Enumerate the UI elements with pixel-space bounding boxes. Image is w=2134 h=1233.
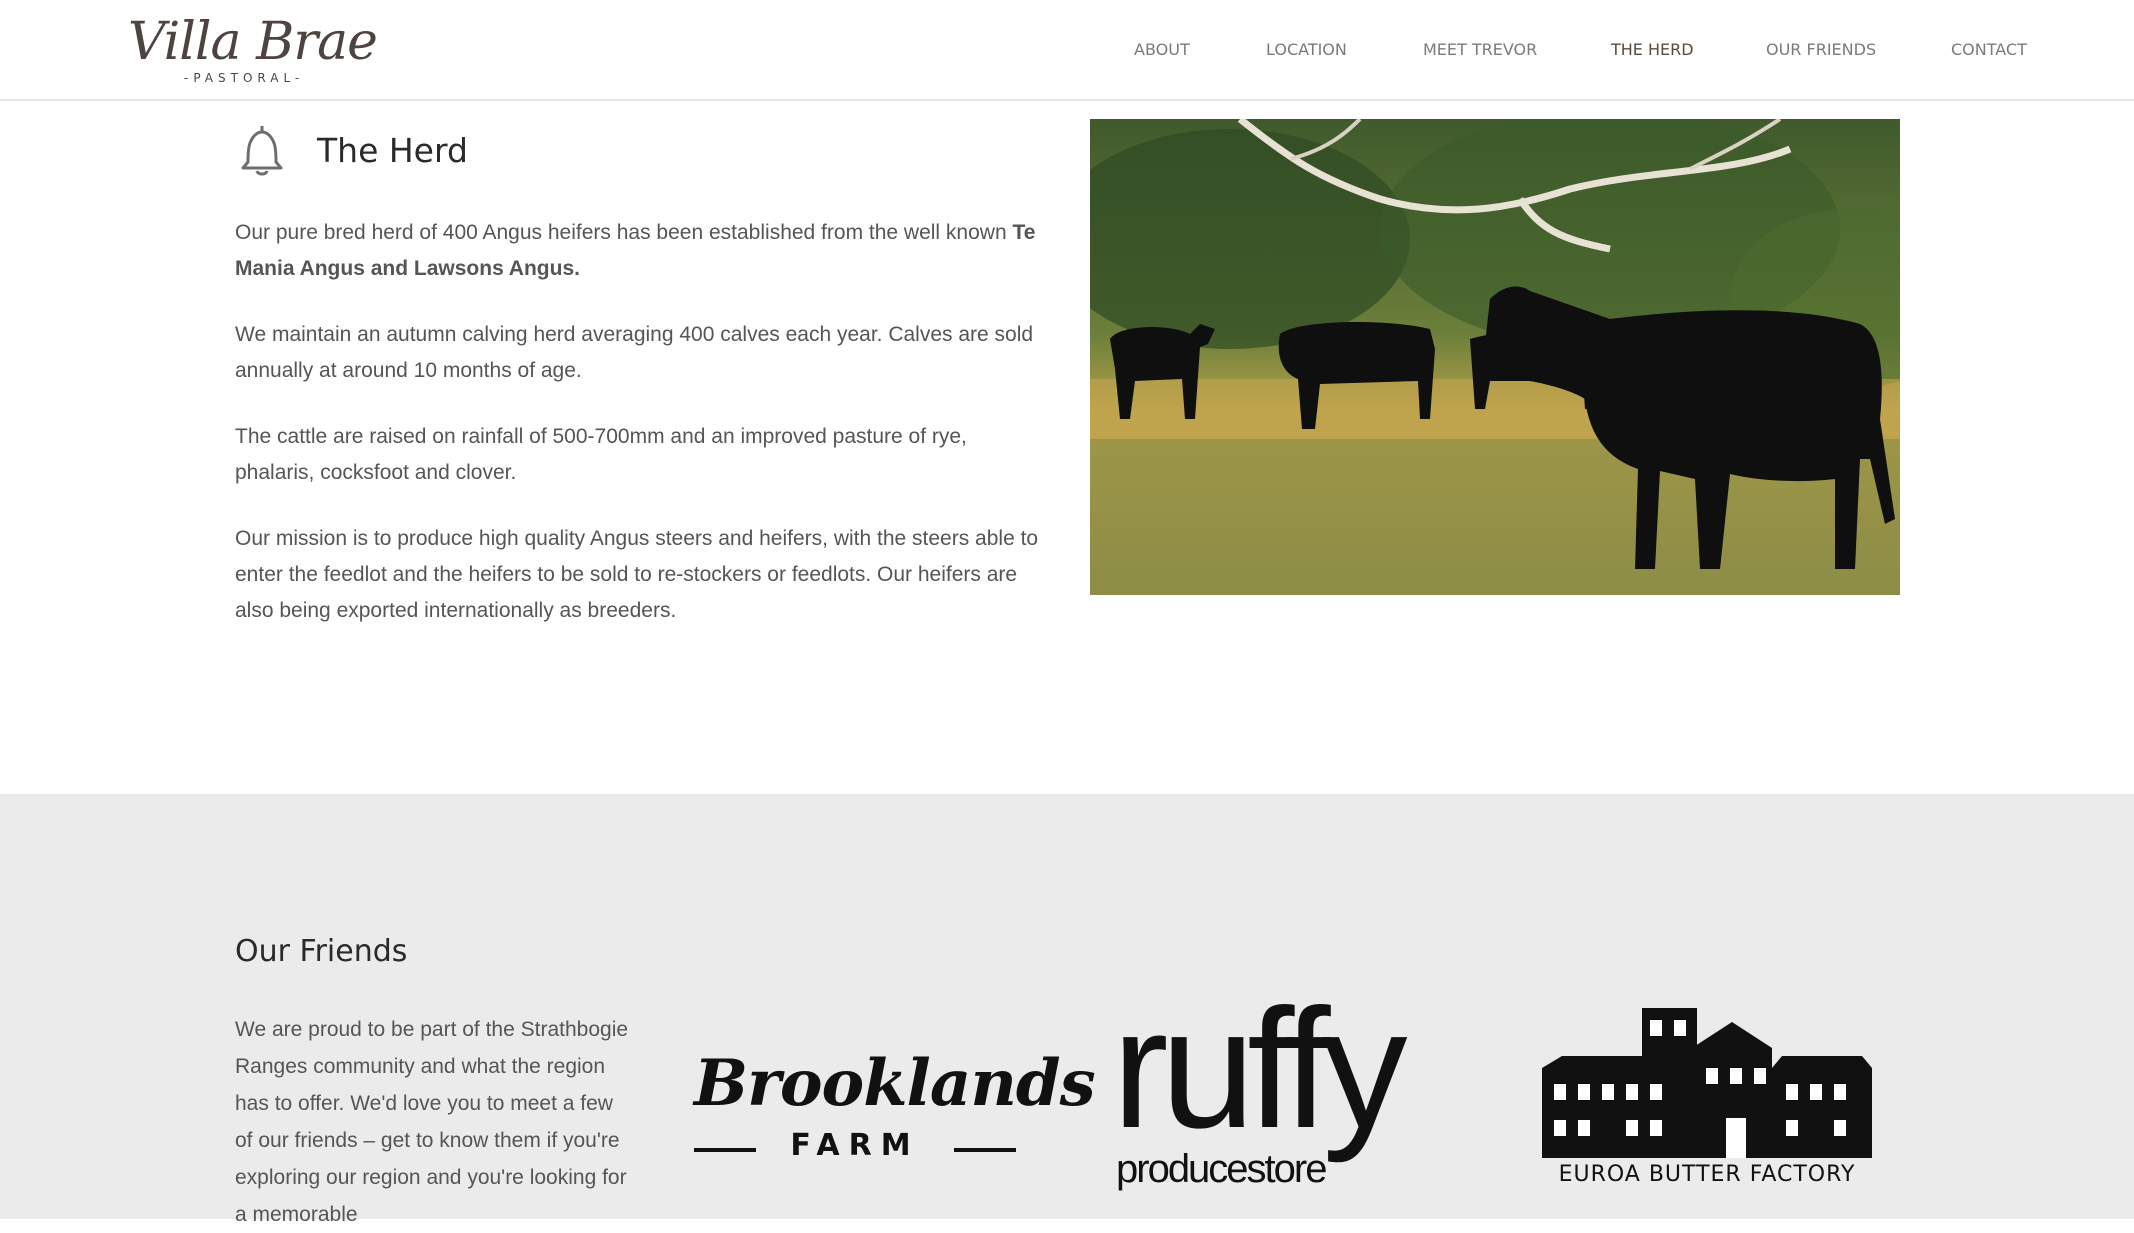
herd-paragraph-4: Our mission is to produce high quality A…: [235, 527, 1039, 622]
brooklands-script: Brooklands: [694, 1046, 1096, 1121]
euroa-text: EUROA BUTTER FACTORY: [1558, 1162, 1856, 1187]
herd-paragraph-1-text: Our pure bred herd of 400 Angus heifers …: [235, 221, 1013, 244]
logo-subtitle: -PASTORAL-: [184, 71, 305, 85]
nav-contact[interactable]: CONTACT: [1951, 40, 2027, 59]
friends-title: Our Friends: [235, 934, 408, 969]
ruffy-main: ruffy: [1112, 974, 1408, 1164]
euroa-butter-factory-logo[interactable]: EUROA BUTTER FACTORY: [1542, 1008, 1872, 1198]
herd-paragraph-3: The cattle are raised on rainfall of 500…: [235, 425, 967, 484]
herd-photo: [1090, 119, 1900, 595]
friends-intro: We are proud to be part of the Strathbog…: [235, 1018, 629, 1226]
nav-the-herd[interactable]: THE HERD: [1611, 40, 1694, 59]
nav-our-friends[interactable]: OUR FRIENDS: [1766, 40, 1876, 59]
herd-paragraph-1: Our pure bred herd of 400 Angus heifers …: [235, 215, 1045, 287]
brooklands-sub: FARM: [790, 1128, 920, 1163]
herd-content: Our pure bred herd of 400 Angus heifers …: [235, 215, 1045, 659]
nav-location[interactable]: LOCATION: [1266, 40, 1347, 59]
nav-meet-trevor[interactable]: MEET TREVOR: [1423, 40, 1537, 59]
factory-building-icon: [1542, 1008, 1872, 1158]
nav-about[interactable]: ABOUT: [1134, 40, 1190, 59]
ruffy-produce-store-logo[interactable]: ruffy producestore: [1112, 974, 1462, 1199]
brooklands-rule-right: [954, 1148, 1016, 1152]
herd-title: The Herd: [317, 131, 468, 170]
brooklands-farm-logo[interactable]: Brooklands FARM: [690, 1044, 1096, 1209]
main-nav: ABOUT LOCATION MEET TREVOR THE HERD OUR …: [0, 40, 2134, 64]
ruffy-sub: producestore: [1116, 1147, 1327, 1191]
site-header: Villa Brae -PASTORAL- ABOUT LOCATION MEE…: [0, 0, 2134, 101]
bell-icon: [234, 122, 290, 178]
herd-paragraph-2: We maintain an autumn calving herd avera…: [235, 323, 1034, 382]
friends-section: Our Friends We are proud to be part of t…: [0, 794, 2134, 1226]
